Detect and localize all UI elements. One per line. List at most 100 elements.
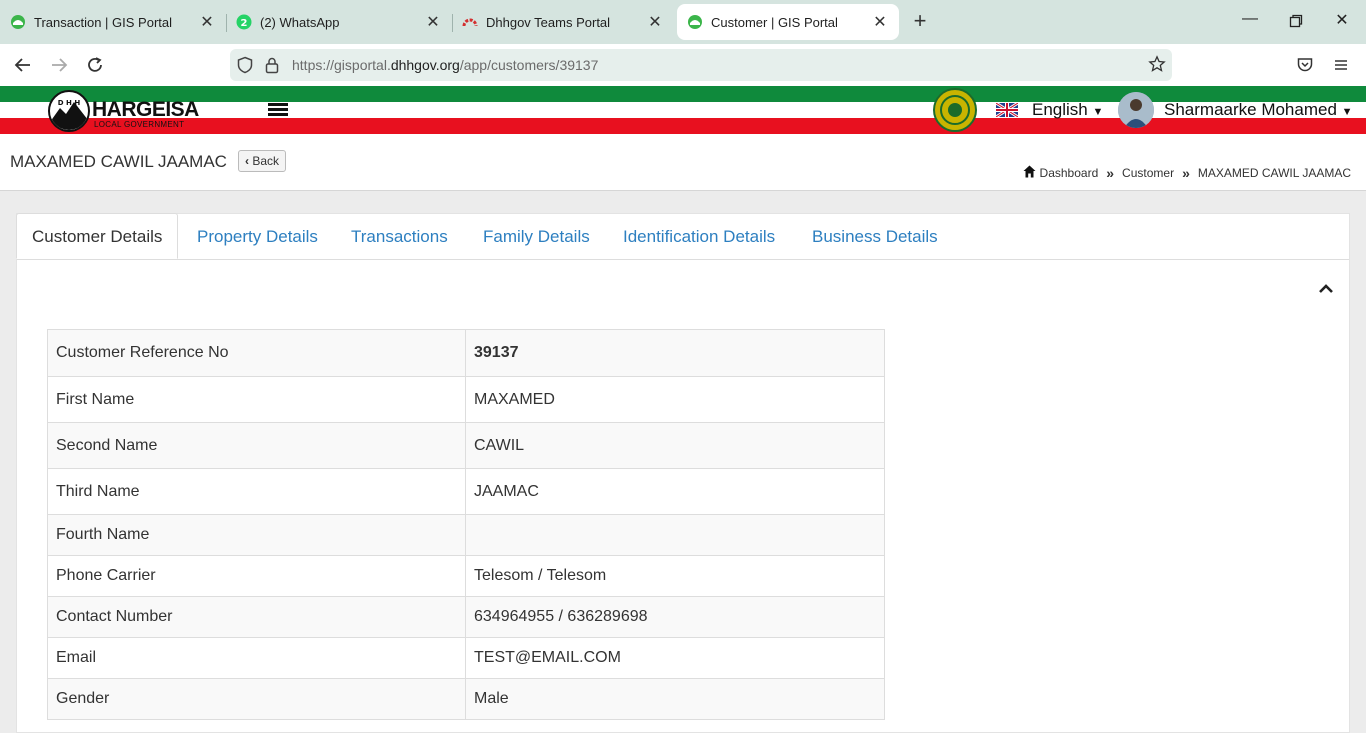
- breadcrumb-separator: »: [1106, 165, 1115, 181]
- language-label: English: [1032, 100, 1088, 119]
- field-value: Telesom / Telesom: [465, 555, 885, 597]
- customer-card: Customer Details Property Details Transa…: [16, 213, 1350, 733]
- tab-title: Dhhgov Teams Portal: [486, 14, 611, 30]
- address-bar[interactable]: https://gisportal.dhhgov.org/app/custome…: [230, 49, 1172, 81]
- uk-flag-icon[interactable]: [995, 101, 1019, 119]
- detail-tabs: Customer Details Property Details Transa…: [16, 213, 1349, 260]
- field-value: TEST@EMAIL.COM: [465, 637, 885, 679]
- url-path: /app/customers/39137: [459, 57, 599, 73]
- tab-title: Customer | GIS Portal: [711, 14, 838, 30]
- collapse-chevron-up-icon[interactable]: [1317, 280, 1335, 298]
- breadcrumb-current: MAXAMED CAWIL JAAMAC: [1197, 166, 1351, 180]
- language-selector[interactable]: English ▼: [1032, 100, 1103, 120]
- flag-stripe-red: [0, 118, 1366, 134]
- close-tab-icon[interactable]: ✕: [424, 12, 442, 32]
- browser-toolbar: https://gisportal.dhhgov.org/app/custome…: [0, 44, 1366, 86]
- tab-family-details[interactable]: Family Details: [483, 214, 590, 259]
- flag-stripe-green: [0, 86, 1366, 102]
- bookmark-star-icon[interactable]: [1148, 55, 1166, 78]
- menu-hamburger-icon[interactable]: [1328, 52, 1354, 78]
- table-row: Gender Male: [47, 678, 885, 720]
- customer-details-table: Customer Reference No 39137 First Name M…: [47, 329, 885, 720]
- breadcrumb-dashboard[interactable]: Dashboard: [1040, 166, 1099, 180]
- url-prefix: https://gisportal.: [292, 57, 391, 73]
- browser-tab-transaction[interactable]: Transaction | GIS Portal ✕: [0, 6, 226, 38]
- field-label: Gender: [47, 678, 466, 720]
- breadcrumb-customer[interactable]: Customer: [1122, 166, 1174, 180]
- national-emblem-icon: [933, 88, 977, 132]
- close-tab-icon[interactable]: ✕: [198, 12, 216, 32]
- page-title-bar: MAXAMED CAWIL JAAMAC ‹ Back Dashboard » …: [0, 134, 1366, 191]
- browser-tab-customer[interactable]: Customer | GIS Portal ✕: [677, 4, 899, 40]
- browser-tab-teams[interactable]: Dhhgov Teams Portal ✕: [452, 6, 674, 38]
- close-tab-icon[interactable]: ✕: [646, 12, 664, 32]
- user-menu[interactable]: Sharmaarke Mohamed ▼: [1164, 100, 1353, 120]
- whatsapp-icon: 2: [236, 14, 252, 30]
- field-value: Male: [465, 678, 885, 720]
- close-tab-icon[interactable]: ✕: [871, 12, 889, 32]
- table-row: Phone Carrier Telesom / Telesom: [47, 555, 885, 597]
- url-text: https://gisportal.dhhgov.org/app/custome…: [292, 57, 598, 73]
- field-value: 634964955 / 636289698: [465, 596, 885, 638]
- whatsapp-badge-count: 2: [241, 18, 248, 29]
- back-button[interactable]: ‹ Back: [238, 150, 287, 172]
- forward-arrow-icon[interactable]: [46, 52, 72, 78]
- field-label: Email: [47, 637, 466, 679]
- breadcrumb-separator: »: [1182, 165, 1190, 181]
- field-label: Second Name: [47, 422, 466, 469]
- teams-portal-favicon-icon: [462, 14, 478, 30]
- pocket-icon[interactable]: [1292, 52, 1318, 78]
- field-value: MAXAMED: [465, 376, 885, 423]
- field-label: Third Name: [47, 468, 466, 515]
- browser-tab-whatsapp[interactable]: 2 (2) WhatsApp ✕: [226, 6, 452, 38]
- field-value: [465, 514, 885, 556]
- table-row: Contact Number 634964955 / 636289698: [47, 596, 885, 638]
- field-label: Customer Reference No: [47, 329, 466, 377]
- chevron-left-icon: ‹: [245, 154, 249, 168]
- site-header: D H H HARGEISA LOCAL GOVERNMENT English …: [0, 86, 1366, 134]
- tab-title: Transaction | GIS Portal: [34, 14, 173, 30]
- user-avatar[interactable]: [1118, 92, 1154, 128]
- field-label: Fourth Name: [47, 514, 466, 556]
- table-row: Customer Reference No 39137: [47, 329, 885, 377]
- lock-icon[interactable]: [264, 56, 280, 79]
- field-value: 39137: [465, 329, 885, 377]
- caret-down-icon: ▼: [1092, 106, 1104, 118]
- hargeisa-logo-icon[interactable]: D H H: [48, 90, 90, 132]
- field-label: Contact Number: [47, 596, 466, 638]
- user-name: Sharmaarke Mohamed: [1164, 100, 1337, 119]
- breadcrumb: Dashboard » Customer » MAXAMED CAWIL JAA…: [1023, 165, 1351, 181]
- logo-subtitle: LOCAL GOVERNMENT: [94, 120, 185, 129]
- close-window-icon[interactable]: ✕: [1330, 10, 1354, 34]
- gis-portal-favicon-icon: [10, 14, 26, 30]
- back-arrow-icon[interactable]: [10, 52, 36, 78]
- tab-property-details[interactable]: Property Details: [197, 214, 318, 259]
- gis-portal-favicon-icon: [687, 14, 703, 30]
- table-row: Third Name JAAMAC: [47, 468, 885, 515]
- page-title: MAXAMED CAWIL JAAMAC: [10, 152, 227, 171]
- restore-window-icon[interactable]: [1284, 10, 1308, 34]
- logo-text: HARGEISA: [92, 98, 199, 121]
- tab-business-details[interactable]: Business Details: [812, 214, 938, 259]
- caret-down-icon: ▼: [1341, 106, 1353, 118]
- logo-initials: D H H: [58, 99, 81, 107]
- field-value: JAAMAC: [465, 468, 885, 515]
- tab-customer-details[interactable]: Customer Details: [16, 213, 179, 259]
- home-icon: [1023, 165, 1036, 181]
- new-tab-plus-icon[interactable]: +: [908, 10, 932, 34]
- table-row: First Name MAXAMED: [47, 376, 885, 423]
- flag-stripe-white: [0, 102, 1366, 118]
- minimize-window-icon[interactable]: —: [1238, 10, 1262, 34]
- reload-icon[interactable]: [82, 52, 108, 78]
- field-label: First Name: [47, 376, 466, 423]
- table-row: Fourth Name: [47, 514, 885, 556]
- tab-identification-details[interactable]: Identification Details: [623, 214, 775, 259]
- url-domain: dhhgov.org: [390, 57, 460, 73]
- shield-icon[interactable]: [236, 56, 254, 79]
- table-row: Email TEST@EMAIL.COM: [47, 637, 885, 679]
- browser-tab-bar: Transaction | GIS Portal ✕ 2 (2) WhatsAp…: [0, 0, 1366, 44]
- table-row: Second Name CAWIL: [47, 422, 885, 469]
- sidebar-toggle-icon[interactable]: [268, 103, 288, 117]
- back-label: Back: [252, 154, 280, 168]
- tab-transactions[interactable]: Transactions: [351, 214, 448, 259]
